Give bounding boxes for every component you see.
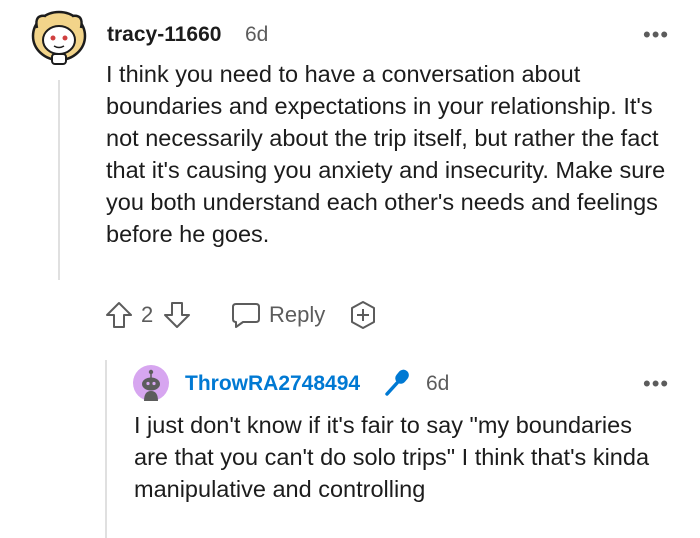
upvote-button[interactable] (104, 300, 134, 335)
downvote-button[interactable] (162, 300, 192, 335)
reply-body: I just don't know if it's fair to say "m… (134, 412, 650, 502)
microphone-icon (385, 369, 409, 396)
snoo-avatar-icon (133, 365, 169, 401)
reply-thread-line[interactable] (105, 360, 107, 538)
avatar[interactable] (30, 8, 88, 66)
speech-bubble-icon (232, 303, 260, 328)
more-options-button[interactable]: ••• (643, 24, 669, 46)
comment-action-bar: 2 Reply (104, 298, 404, 332)
reply-more-options-button[interactable]: ••• (643, 373, 669, 395)
comment-age: 6d (245, 23, 269, 46)
snoo-avatar-icon (31, 10, 87, 65)
comment-body: I think you need to have a conversation … (106, 61, 666, 247)
comment-username[interactable]: tracy-11660 (107, 23, 221, 47)
vote-count: 2 (141, 302, 154, 327)
reply-username[interactable]: ThrowRA2748494 (185, 372, 360, 396)
reply-label: Reply (269, 302, 326, 327)
reply-age: 6d (426, 372, 450, 395)
award-button[interactable] (348, 300, 378, 335)
arrow-up-icon (106, 302, 132, 328)
reply-avatar[interactable] (133, 365, 169, 401)
op-badge (382, 366, 414, 403)
plus-award-icon (351, 301, 375, 329)
thread-line[interactable] (58, 80, 60, 280)
arrow-down-icon (164, 302, 190, 328)
